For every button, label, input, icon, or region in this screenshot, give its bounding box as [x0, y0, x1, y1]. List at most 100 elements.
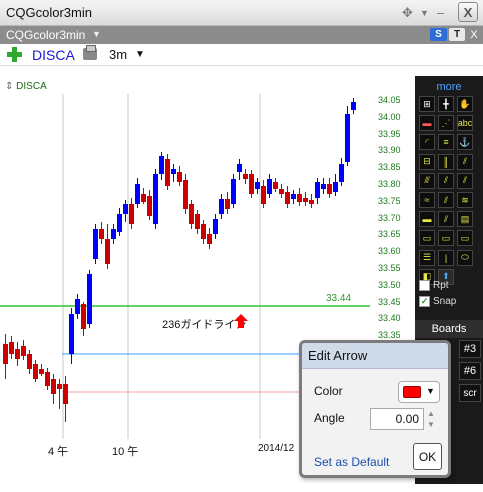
rpt-check-box[interactable] — [419, 280, 430, 291]
drawing-tool-icon[interactable]: ⋰ — [438, 115, 454, 132]
symbol-bar: DISCA 3m ▼ — [0, 44, 483, 66]
color-picker[interactable]: ▼ — [398, 381, 440, 403]
board-button-scr[interactable]: scr — [459, 384, 481, 402]
add-plus-icon[interactable] — [6, 46, 22, 62]
candle-body — [189, 204, 194, 224]
candle-body — [69, 314, 74, 354]
candle-body — [39, 369, 44, 374]
drawing-tool-icon[interactable]: ⫽ — [438, 211, 454, 228]
drawing-tool-icon[interactable]: ▬ — [419, 211, 435, 228]
price-axis-label: 33.45 — [378, 296, 401, 307]
price-axis-label: 33.85 — [378, 162, 401, 173]
drawing-tool-icon[interactable]: ⊞ — [419, 96, 435, 112]
boards-header: Boards — [415, 320, 483, 338]
drawing-tool-icon[interactable]: ⫽ — [438, 192, 454, 208]
drawing-tool-icon[interactable]: ⫽ — [457, 172, 473, 189]
candle-body — [303, 198, 308, 202]
drawing-tool-icon[interactable]: ▭ — [457, 230, 473, 247]
boards-label: Boards — [431, 323, 467, 335]
candle-body — [237, 164, 242, 172]
move-icon[interactable]: ✥ — [402, 3, 413, 22]
candle-body — [147, 196, 152, 216]
drawing-tool-icon[interactable]: ╋ — [438, 96, 454, 112]
drawing-tool-icon[interactable]: ≋ — [457, 192, 473, 208]
candle-body — [345, 114, 350, 162]
candle-body — [285, 192, 290, 204]
angle-label: Angle — [314, 411, 345, 425]
candle-body — [183, 180, 188, 209]
candle-body — [231, 179, 236, 204]
more-link[interactable]: more — [415, 81, 483, 93]
close-icon: X — [470, 28, 478, 41]
drawing-tool-icon[interactable]: | — [438, 249, 454, 266]
drawing-tool-icon[interactable]: ◜ — [419, 134, 435, 151]
drawing-tool-icon[interactable]: ⫽ — [438, 172, 454, 189]
angle-input[interactable]: 0.00 — [370, 408, 424, 430]
chevron-down-icon[interactable]: ▼ — [92, 29, 101, 39]
s-button[interactable]: S — [430, 28, 447, 41]
chevron-down-icon: ▼ — [426, 386, 435, 396]
dialog-title: Edit Arrow — [308, 348, 368, 363]
price-axis-label: 33.75 — [378, 195, 401, 206]
candle-body — [99, 229, 104, 239]
drawing-tool-icon[interactable]: ≈ — [419, 192, 435, 208]
candle-body — [141, 194, 146, 202]
set-as-default-link[interactable]: Set as Default — [314, 455, 389, 469]
candle-body — [45, 372, 50, 386]
window-title-bar: CQGcolor3min ✥ ▼ – X — [0, 0, 483, 26]
candle-body — [129, 204, 134, 224]
printer-icon[interactable] — [83, 45, 97, 60]
candle-body — [195, 214, 200, 229]
minimize-icon[interactable]: – — [437, 3, 444, 22]
drawing-tool-icon[interactable]: ⬭ — [457, 249, 473, 266]
candle-body — [171, 169, 176, 174]
candle-body — [63, 384, 68, 404]
candle-body — [255, 182, 260, 189]
drawing-tool-icon[interactable]: ▤ — [457, 211, 473, 228]
dialog-title-bar[interactable]: Edit Arrow — [302, 343, 448, 369]
rpt-checkbox[interactable]: Rpt — [419, 280, 449, 291]
symbol-label[interactable]: DISCA — [32, 47, 75, 63]
drawing-tool-icon[interactable]: ║ — [438, 153, 454, 170]
drawing-tool-icon[interactable]: ▭ — [419, 230, 435, 247]
up-arrow-icon[interactable] — [233, 313, 249, 329]
candle-body — [21, 346, 26, 356]
board-button-3[interactable]: #3 — [459, 340, 481, 358]
drawing-tool-icon[interactable]: ⫽ — [457, 153, 473, 170]
drawing-tool-icon[interactable]: ▬ — [419, 115, 435, 132]
candle-body — [117, 214, 122, 232]
ok-button[interactable]: OK — [413, 443, 442, 470]
candle-body — [297, 194, 302, 202]
chevron-down-icon[interactable]: ▼ — [420, 3, 429, 22]
candle-body — [27, 354, 32, 369]
snap-check-box[interactable]: ✓ — [419, 296, 430, 307]
price-axis-label: 33.90 — [378, 145, 401, 156]
ok-label: OK — [418, 449, 437, 464]
price-axis-label: 33.40 — [378, 313, 401, 324]
drawing-tool-icon[interactable]: abc — [457, 115, 473, 132]
time-label: 2014/12 — [258, 443, 295, 454]
candle-body — [333, 182, 338, 192]
drawing-tool-icon[interactable]: ▭ — [438, 230, 454, 247]
drawing-tool-icon[interactable]: ☰ — [419, 249, 435, 266]
candle-body — [291, 194, 296, 199]
t-button[interactable]: T — [449, 28, 465, 41]
close-chart-button[interactable]: X — [467, 28, 481, 41]
angle-spinner[interactable]: ▲ ▼ — [425, 408, 437, 430]
candle-body — [51, 379, 56, 394]
price-axis-label: 34.05 — [378, 95, 401, 105]
drawing-tool-icon[interactable]: ⊟ — [419, 153, 435, 170]
drawing-tool-icon[interactable]: ⫻ — [419, 172, 435, 189]
snap-label: Snap — [433, 296, 457, 307]
snap-checkbox[interactable]: ✓ Snap — [419, 296, 456, 307]
close-window-button[interactable]: X — [458, 2, 478, 22]
board-button-6[interactable]: #6 — [459, 362, 481, 380]
candle-body — [339, 164, 344, 182]
drawing-tool-icon[interactable]: ≡ — [438, 134, 454, 151]
candle-body — [267, 179, 272, 194]
drawing-tool-icon[interactable]: ✋ — [457, 96, 473, 112]
chevron-down-icon[interactable]: ▼ — [135, 49, 145, 60]
drawing-tool-icon[interactable]: ⚓ — [457, 134, 473, 151]
candle-body — [279, 189, 284, 194]
period-select[interactable]: 3m — [109, 47, 127, 62]
